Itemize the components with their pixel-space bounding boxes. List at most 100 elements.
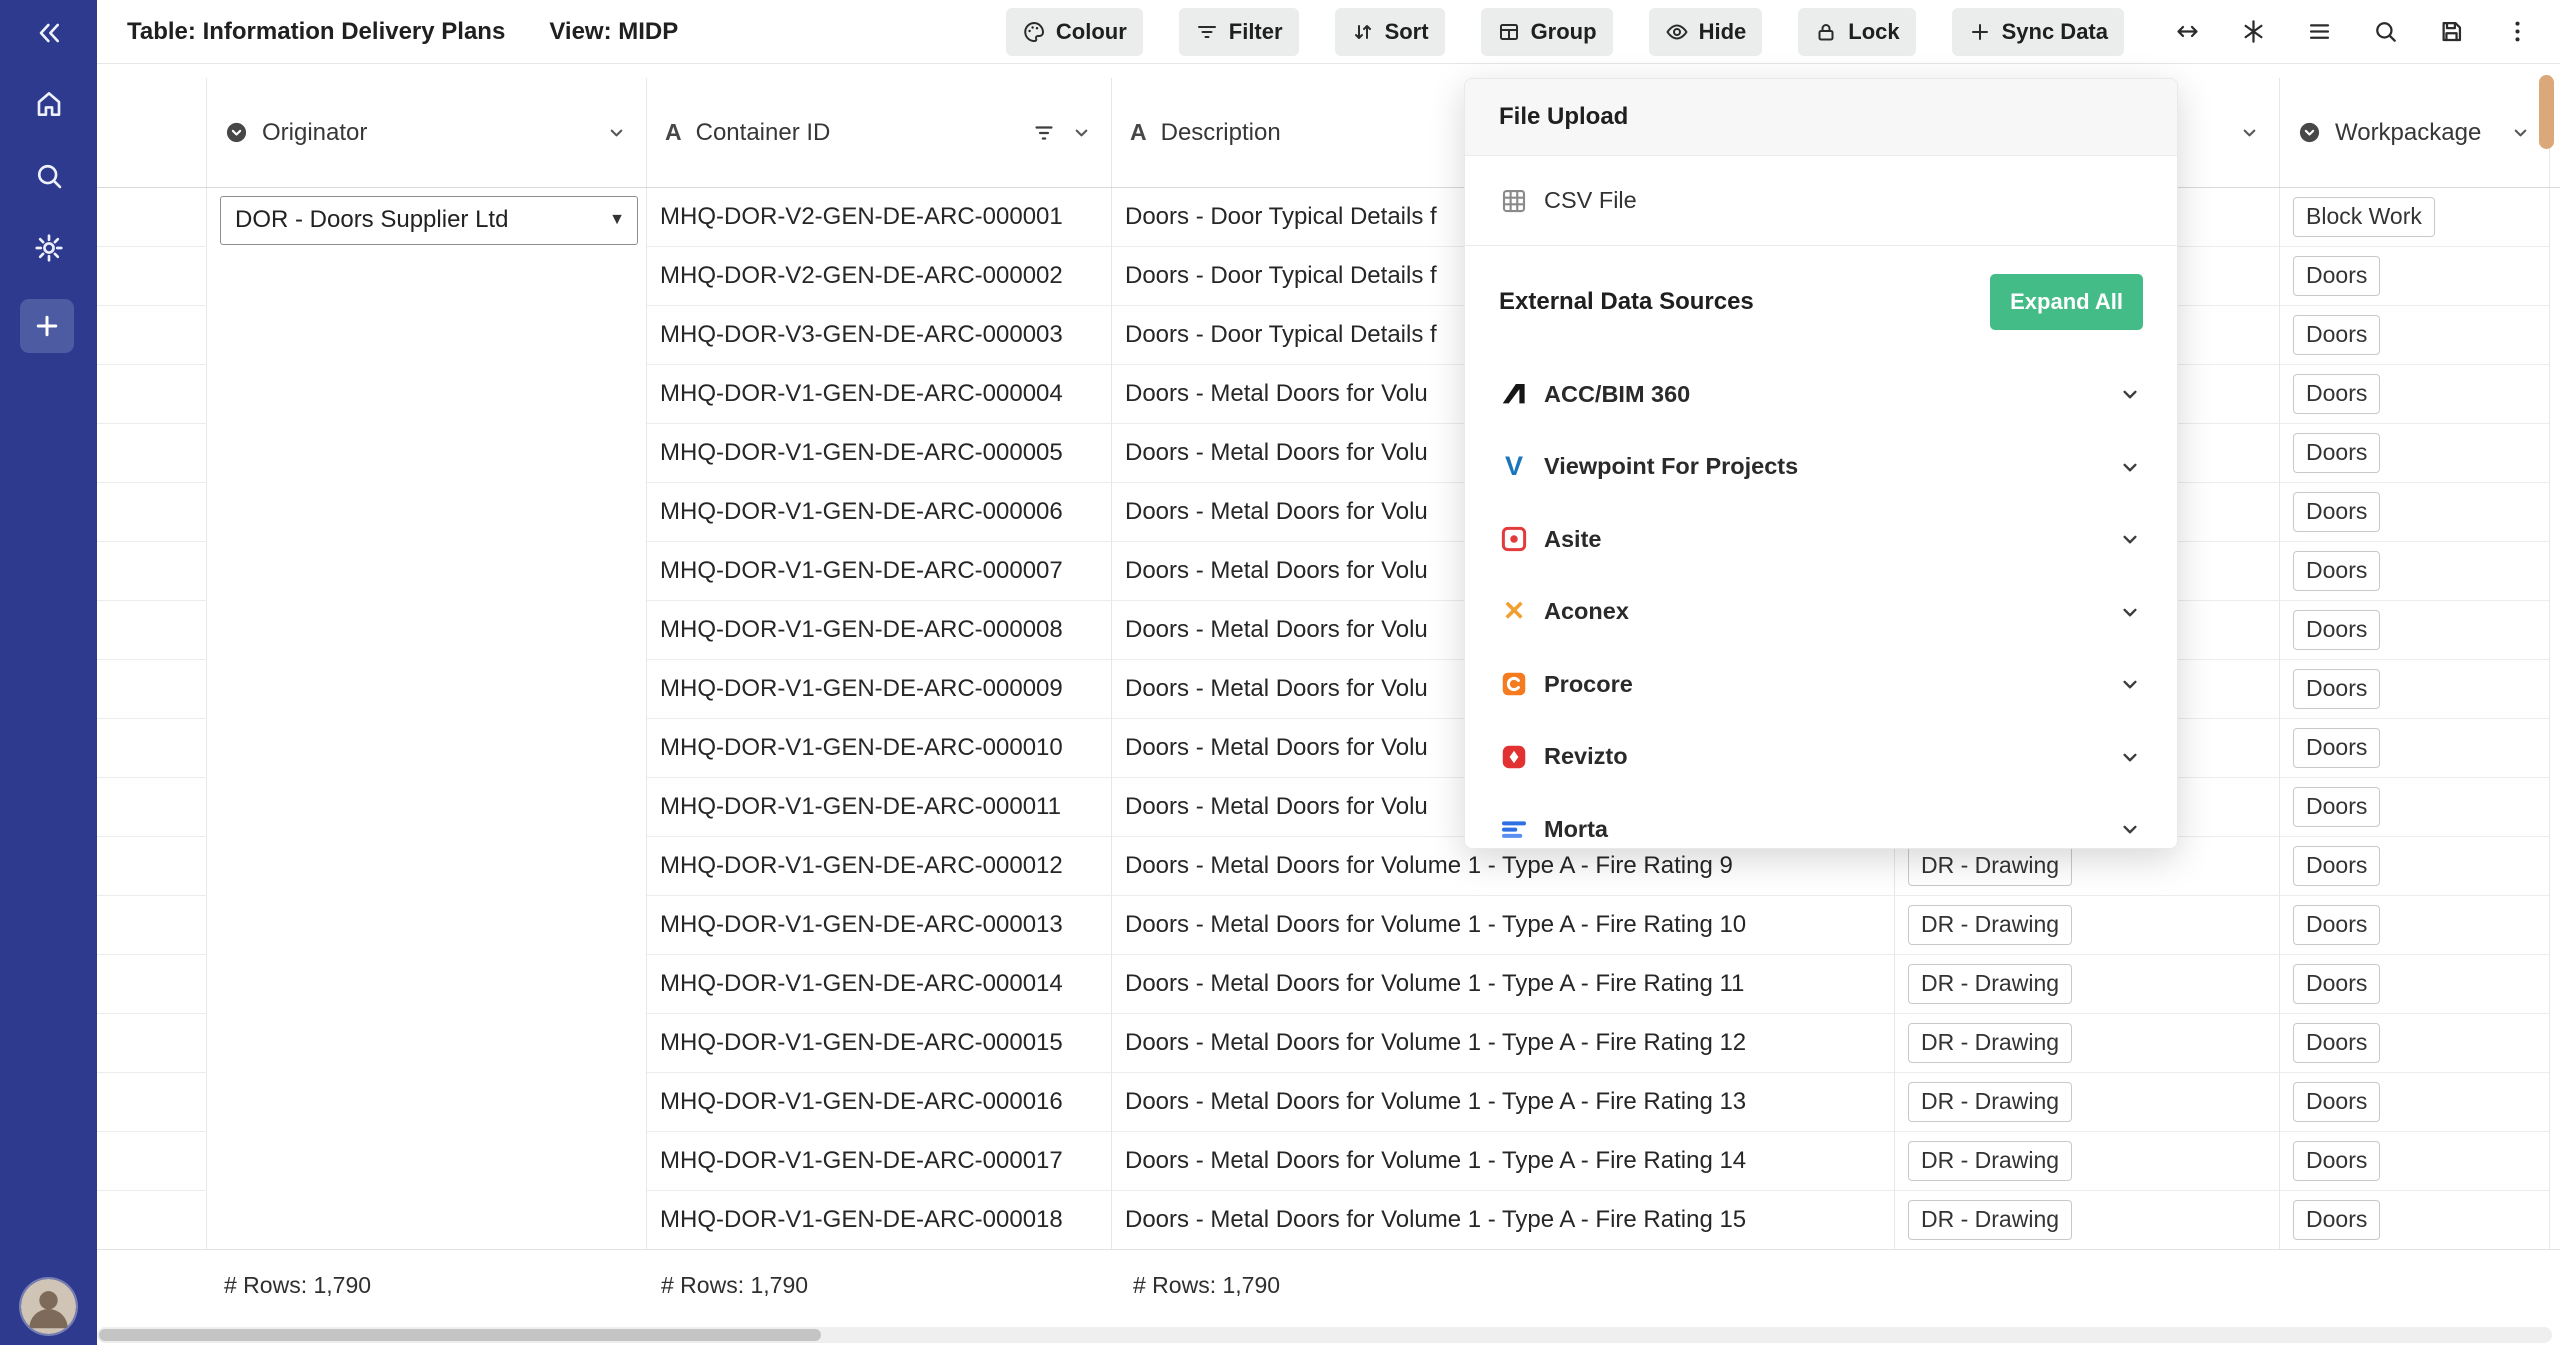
row-gutter-cell[interactable] xyxy=(97,1014,207,1073)
workpackage-cell[interactable]: Doors xyxy=(2280,542,2550,601)
add-new-button[interactable] xyxy=(20,299,74,353)
originator-cell[interactable]: ▼ xyxy=(207,837,647,896)
container-id-cell[interactable]: MHQ-DOR-V3-GEN-DE-ARC-000003 xyxy=(647,306,1112,365)
expand-all-button[interactable]: Expand All xyxy=(1990,274,2143,330)
originator-cell[interactable]: ▼ xyxy=(207,542,647,601)
description-cell[interactable]: Doors - Metal Doors for Volume 1 - Type … xyxy=(1112,1014,1895,1073)
container-id-cell[interactable]: MHQ-DOR-V1-GEN-DE-ARC-000005 xyxy=(647,424,1112,483)
workpackage-cell[interactable]: Doors xyxy=(2280,719,2550,778)
originator-cell[interactable]: ▼ xyxy=(207,1014,647,1073)
row-gutter-cell[interactable] xyxy=(97,1073,207,1132)
document-type-cell[interactable]: DR - Drawing xyxy=(1895,1073,2280,1132)
chevron-down-icon[interactable] xyxy=(2117,744,2143,770)
container-id-cell[interactable]: MHQ-DOR-V1-GEN-DE-ARC-000013 xyxy=(647,896,1112,955)
workpackage-cell[interactable]: Doors xyxy=(2280,896,2550,955)
collapse-sidebar-button[interactable] xyxy=(0,6,97,60)
description-cell[interactable]: Doors - Metal Doors for Volume 1 - Type … xyxy=(1112,1132,1895,1191)
originator-cell[interactable]: ▼ xyxy=(207,1132,647,1191)
user-avatar[interactable] xyxy=(21,1279,76,1334)
originator-cell[interactable]: ▼ xyxy=(207,601,647,660)
row-gutter-cell[interactable] xyxy=(97,365,207,424)
container-id-cell[interactable]: MHQ-DOR-V1-GEN-DE-ARC-000014 xyxy=(647,955,1112,1014)
container-id-cell[interactable]: MHQ-DOR-V1-GEN-DE-ARC-000012 xyxy=(647,837,1112,896)
active-filter-icon[interactable] xyxy=(1032,121,1056,145)
source-item-procore[interactable]: Procore xyxy=(1465,648,2177,721)
source-item-acc-bim360[interactable]: ACC/BIM 360 xyxy=(1465,358,2177,431)
chevron-down-icon[interactable] xyxy=(2117,454,2143,480)
source-item-revizto[interactable]: Revizto xyxy=(1465,721,2177,794)
container-id-cell[interactable]: MHQ-DOR-V1-GEN-DE-ARC-000015 xyxy=(647,1014,1112,1073)
chevron-down-icon[interactable] xyxy=(2117,381,2143,407)
container-id-cell[interactable]: MHQ-DOR-V1-GEN-DE-ARC-000004 xyxy=(647,365,1112,424)
row-gutter-cell[interactable] xyxy=(97,896,207,955)
originator-cell[interactable]: ▼ xyxy=(207,1073,647,1132)
container-id-cell[interactable]: MHQ-DOR-V1-GEN-DE-ARC-000009 xyxy=(647,660,1112,719)
workpackage-cell[interactable]: Doors xyxy=(2280,365,2550,424)
container-id-cell[interactable]: MHQ-DOR-V1-GEN-DE-ARC-000007 xyxy=(647,542,1112,601)
sort-button[interactable]: Sort xyxy=(1335,8,1445,56)
vertical-scrollbar-thumb[interactable] xyxy=(2539,75,2554,149)
workpackage-cell[interactable]: Doors xyxy=(2280,1191,2550,1250)
container-id-cell[interactable]: MHQ-DOR-V1-GEN-DE-ARC-000011 xyxy=(647,778,1112,837)
row-gutter-cell[interactable] xyxy=(97,778,207,837)
originator-cell[interactable]: ▼ xyxy=(207,306,647,365)
row-gutter-cell[interactable] xyxy=(97,188,207,247)
originator-cell[interactable]: ▼ xyxy=(207,365,647,424)
sync-data-button[interactable]: Sync Data xyxy=(1952,8,2124,56)
row-gutter-cell[interactable] xyxy=(97,306,207,365)
workpackage-cell[interactable]: Doors xyxy=(2280,1014,2550,1073)
originator-cell[interactable]: ▼ xyxy=(207,778,647,837)
hide-button[interactable]: Hide xyxy=(1649,8,1763,56)
column-header-container-id[interactable]: A Container ID xyxy=(647,78,1112,187)
home-button[interactable] xyxy=(0,77,97,131)
workpackage-cell[interactable]: Doors xyxy=(2280,837,2550,896)
column-header-workpackage[interactable]: Workpackage xyxy=(2280,78,2550,187)
description-cell[interactable]: Doors - Metal Doors for Volume 1 - Type … xyxy=(1112,955,1895,1014)
horizontal-scrollbar-thumb[interactable] xyxy=(99,1329,821,1341)
chevron-down-icon[interactable] xyxy=(2117,671,2143,697)
more-menu-button[interactable] xyxy=(2496,11,2538,53)
container-id-cell[interactable]: MHQ-DOR-V2-GEN-DE-ARC-000002 xyxy=(647,247,1112,306)
row-gutter-cell[interactable] xyxy=(97,601,207,660)
filter-button[interactable]: Filter xyxy=(1179,8,1299,56)
row-gutter-cell[interactable] xyxy=(97,1191,207,1250)
container-id-cell[interactable]: MHQ-DOR-V1-GEN-DE-ARC-000018 xyxy=(647,1191,1112,1250)
group-button[interactable]: Group xyxy=(1481,8,1613,56)
workpackage-cell[interactable]: Doors xyxy=(2280,660,2550,719)
source-item-viewpoint[interactable]: V Viewpoint For Projects xyxy=(1465,431,2177,504)
originator-cell[interactable]: ▼ xyxy=(207,896,647,955)
workpackage-cell[interactable]: Doors xyxy=(2280,1132,2550,1191)
chevron-down-icon[interactable] xyxy=(2117,816,2143,842)
originator-cell[interactable]: ▼ xyxy=(207,719,647,778)
chevron-down-icon[interactable] xyxy=(2117,526,2143,552)
source-item-morta[interactable]: Morta xyxy=(1465,793,2177,849)
lock-button[interactable]: Lock xyxy=(1798,8,1915,56)
description-cell[interactable]: Doors - Metal Doors for Volume 1 - Type … xyxy=(1112,1073,1895,1132)
originator-cell[interactable]: ▼ xyxy=(207,483,647,542)
row-gutter-cell[interactable] xyxy=(97,542,207,601)
originator-cell[interactable]: ▼ xyxy=(207,1191,647,1250)
workpackage-cell[interactable]: Doors xyxy=(2280,601,2550,660)
row-gutter-cell[interactable] xyxy=(97,955,207,1014)
workpackage-cell[interactable]: Doors xyxy=(2280,424,2550,483)
source-item-aconex[interactable]: ✕ Aconex xyxy=(1465,576,2177,649)
originator-cell[interactable]: DOR - Doors Supplier Ltd ▼ xyxy=(207,188,647,247)
chevron-down-icon[interactable] xyxy=(2117,599,2143,625)
row-gutter-cell[interactable] xyxy=(97,424,207,483)
row-gutter-cell[interactable] xyxy=(97,837,207,896)
originator-cell[interactable]: ▼ xyxy=(207,247,647,306)
description-cell[interactable]: Doors - Metal Doors for Volume 1 - Type … xyxy=(1112,896,1895,955)
container-id-cell[interactable]: MHQ-DOR-V1-GEN-DE-ARC-000010 xyxy=(647,719,1112,778)
container-id-cell[interactable]: MHQ-DOR-V1-GEN-DE-ARC-000008 xyxy=(647,601,1112,660)
container-id-cell[interactable]: MHQ-DOR-V1-GEN-DE-ARC-000017 xyxy=(647,1132,1112,1191)
originator-cell-editor[interactable]: DOR - Doors Supplier Ltd ▼ xyxy=(220,196,638,245)
container-id-cell[interactable]: MHQ-DOR-V1-GEN-DE-ARC-000016 xyxy=(647,1073,1112,1132)
workpackage-cell[interactable]: Doors xyxy=(2280,247,2550,306)
search-nav-button[interactable] xyxy=(0,149,97,203)
colour-button[interactable]: Colour xyxy=(1006,8,1143,56)
row-gutter-cell[interactable] xyxy=(97,483,207,542)
workpackage-cell[interactable]: Doors xyxy=(2280,955,2550,1014)
source-item-asite[interactable]: Asite xyxy=(1465,503,2177,576)
workpackage-cell[interactable]: Doors xyxy=(2280,778,2550,837)
document-type-cell[interactable]: DR - Drawing xyxy=(1895,896,2280,955)
